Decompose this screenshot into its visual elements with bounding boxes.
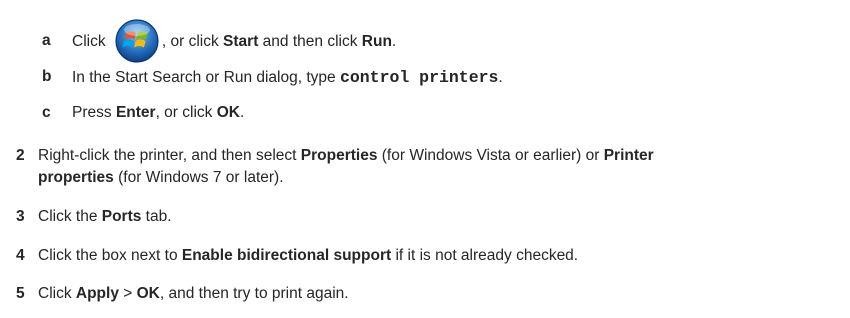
step-number-5: 5 (16, 285, 25, 302)
command-text: control printers (339, 68, 499, 87)
substep-a-text: Click , or click Start and then click Ru… (72, 19, 396, 63)
step-2-text-line1: Right-click the printer, and then select… (38, 147, 654, 164)
step-4-text: Click the box next to Enable bidirection… (38, 247, 579, 264)
step-3-text: Click the Ports tab. (38, 208, 172, 225)
windows-start-orb-icon (114, 18, 160, 64)
substep-c-text: Press Enter, or click OK. (72, 104, 245, 121)
substep-letter-c: c (42, 104, 51, 121)
step-number-3: 3 (16, 208, 25, 225)
step-number-2: 2 (16, 147, 25, 164)
step-5-text: Click Apply > OK, and then try to print … (38, 285, 349, 302)
step-number-4: 4 (16, 247, 25, 264)
substep-letter-b: b (42, 68, 52, 85)
step-2-text-line2: properties (for Windows 7 or later). (38, 169, 284, 186)
substep-b-text: In the Start Search or Run dialog, type … (72, 68, 503, 87)
substep-letter-a: a (42, 32, 51, 49)
